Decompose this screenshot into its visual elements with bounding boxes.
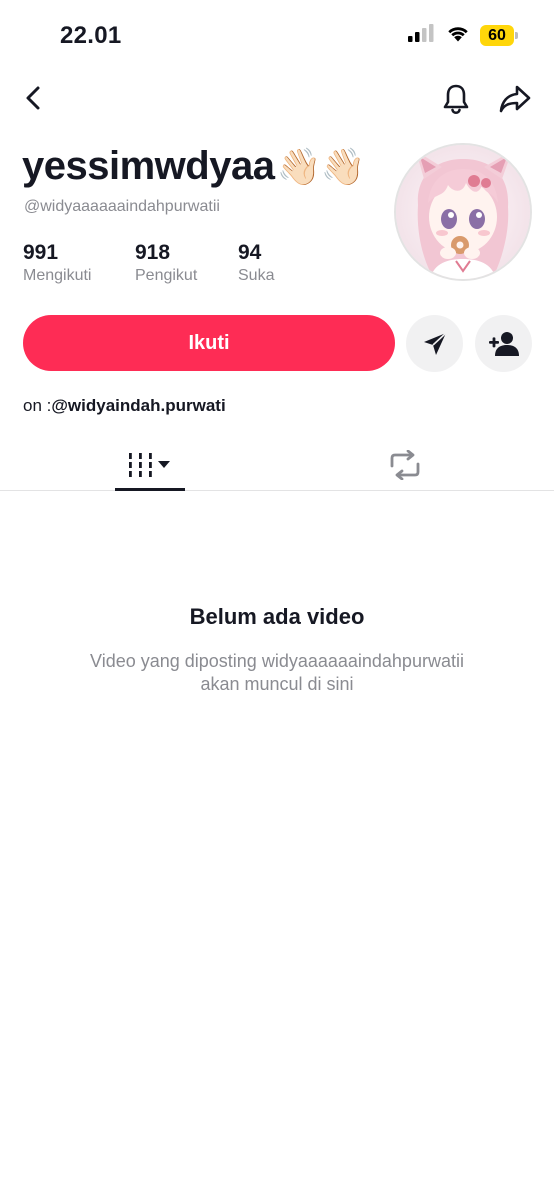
empty-state-description-line1: Video yang diposting widyaaaaaaindahpurw… (90, 651, 464, 671)
back-button[interactable] (16, 80, 52, 116)
stat-following-count: 991 (23, 241, 59, 264)
profile-stats: 991 Mengikuti 918 Pengikut 94 Suka (23, 241, 298, 285)
share-button[interactable] (496, 80, 534, 118)
follow-button[interactable]: Ikuti (23, 315, 395, 371)
content-tabs (0, 438, 554, 491)
status-time: 22.01 (60, 22, 122, 49)
chevron-left-icon (26, 86, 40, 110)
active-tab-indicator (115, 488, 185, 491)
notification-bell-button[interactable] (437, 80, 475, 118)
username: @widyaaaaaaindahpurwatii (24, 198, 220, 215)
add-friend-button[interactable] (475, 315, 532, 372)
share-arrow-icon (499, 85, 531, 113)
battery-indicator: 60 (480, 25, 518, 46)
display-name-text: yessimwdyaa (22, 144, 275, 188)
empty-state-description: Video yang diposting widyaaaaaaindahpurw… (40, 650, 514, 696)
status-icons: 60 (408, 24, 518, 47)
display-name: yessimwdyaa 👋🏻👋🏻 (22, 144, 366, 189)
waving-hands-emoji: 👋🏻👋🏻 (276, 145, 366, 187)
empty-state-description-line2: akan muncul di sini (200, 674, 354, 694)
repost-icon (390, 449, 420, 480)
send-icon (423, 331, 447, 355)
stat-followers-label: Pengikut (135, 267, 198, 284)
battery-level: 60 (480, 25, 514, 46)
bio-linked-handle[interactable]: @widyaindah.purwati (51, 396, 225, 415)
bio-prefix: on : (23, 396, 52, 415)
stat-following[interactable]: 991 Mengikuti (23, 241, 135, 285)
add-user-icon (488, 331, 519, 356)
stat-following-label: Mengikuti (23, 267, 92, 284)
cellular-signal-icon (408, 24, 436, 47)
bell-icon (443, 84, 469, 114)
battery-nub (515, 32, 518, 39)
message-button[interactable] (406, 315, 463, 372)
stat-followers[interactable]: 918 Pengikut (135, 241, 238, 285)
profile-page: 22.01 60 yessimwdyaa 👋🏻👋🏻 @widyaaaaaaind… (0, 0, 554, 1200)
tab-reposts[interactable] (370, 438, 440, 491)
stat-likes[interactable]: 94 Suka (238, 241, 298, 285)
stat-likes-count: 94 (238, 241, 262, 264)
tab-videos[interactable] (115, 438, 185, 491)
stat-likes-label: Suka (238, 267, 275, 284)
grid-videos-icon (129, 452, 170, 477)
empty-state-title: Belum ada video (189, 604, 365, 629)
bio: on :@widyaindah.purwati (23, 396, 226, 416)
avatar[interactable] (394, 143, 532, 281)
wifi-icon (446, 24, 470, 47)
stat-followers-count: 918 (135, 241, 171, 264)
anime-avatar-image (396, 145, 530, 279)
